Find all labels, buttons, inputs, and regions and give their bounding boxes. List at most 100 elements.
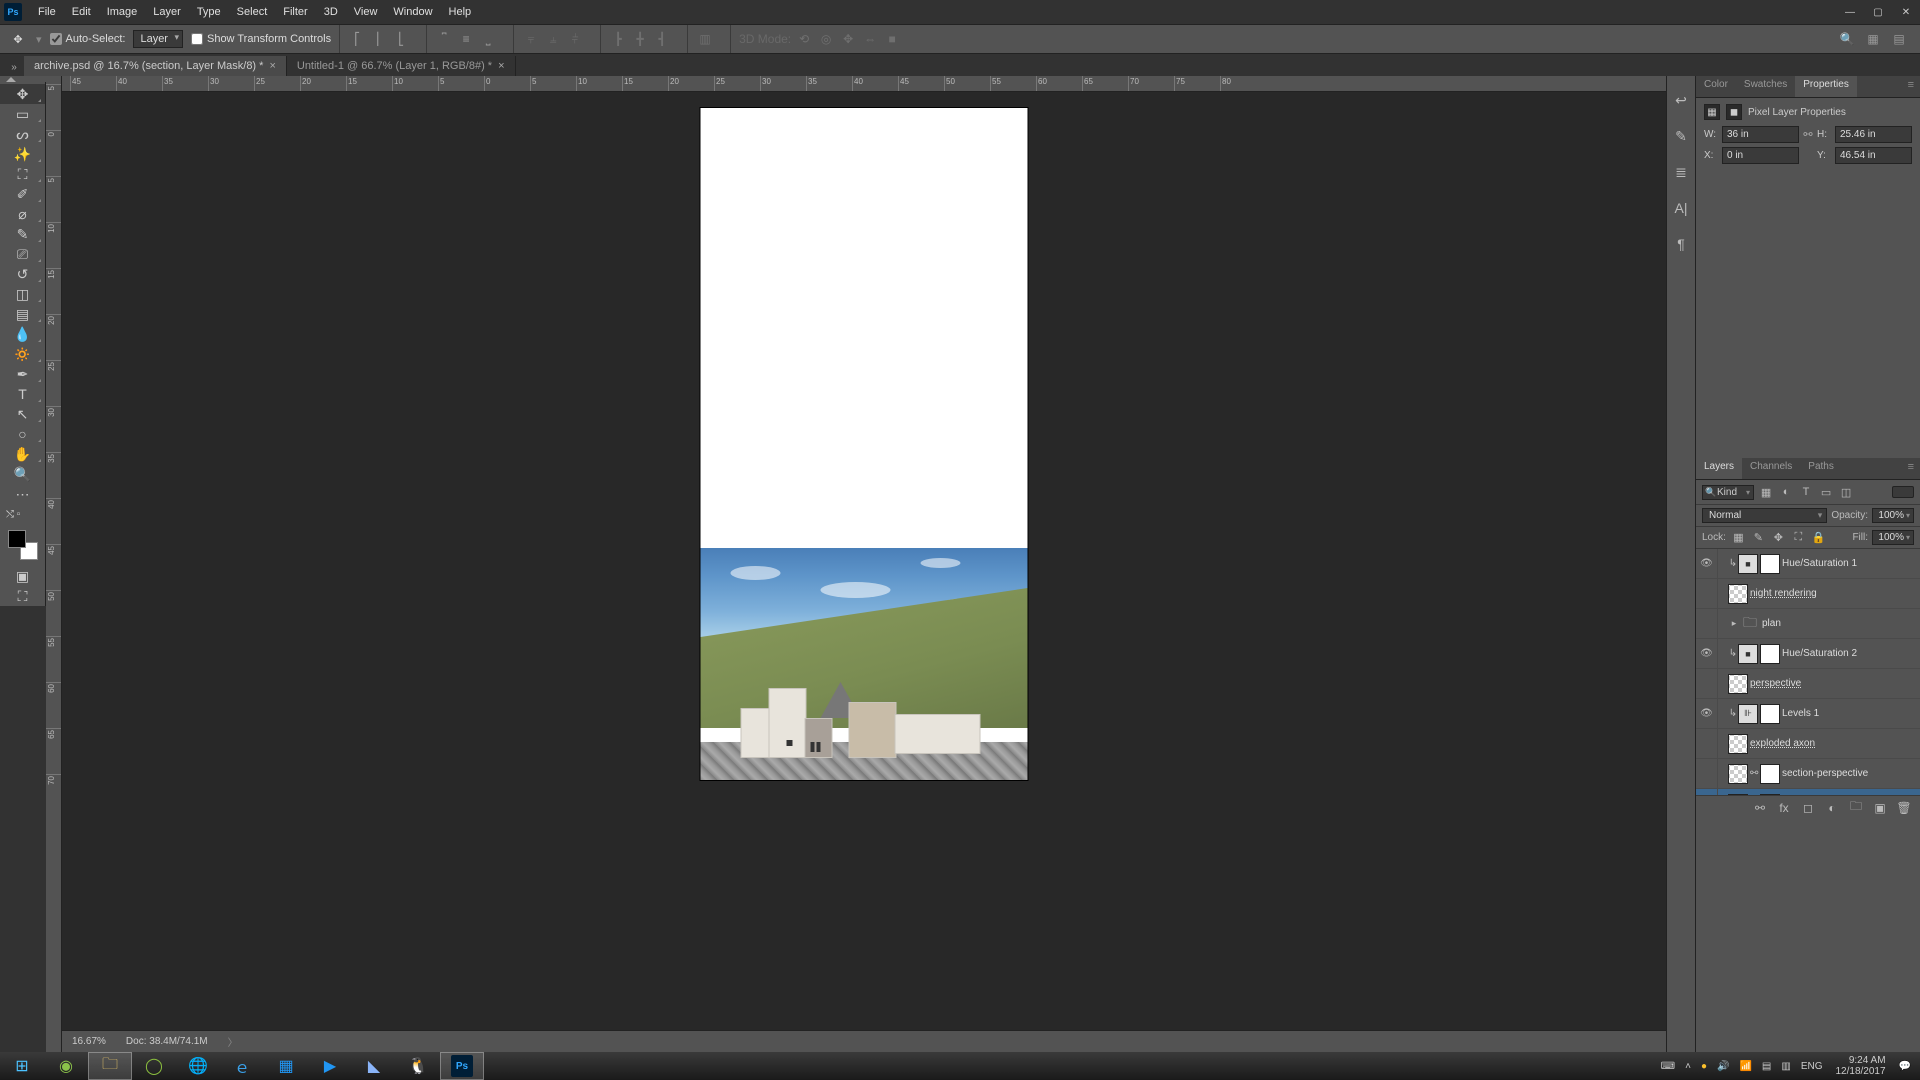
panel-tab-swatches[interactable]: Swatches <box>1736 76 1795 97</box>
visibility-toggle[interactable] <box>1696 669 1718 698</box>
layer-name[interactable]: night rendering <box>1750 588 1916 599</box>
mask-thumbnail[interactable] <box>1760 704 1780 724</box>
tray-app2-icon[interactable]: ▥ <box>1778 1061 1793 1072</box>
filter-kind-select[interactable]: Kind <box>1702 485 1754 500</box>
height-input[interactable] <box>1835 126 1912 143</box>
layer-name[interactable]: section-perspective <box>1782 768 1916 779</box>
taskbar-app-browser1[interactable]: ◯ <box>132 1052 176 1080</box>
eyedropper-tool[interactable]: ✐ <box>0 184 45 204</box>
menu-filter[interactable]: Filter <box>275 2 315 22</box>
maximize-button[interactable]: ▢ <box>1864 2 1892 22</box>
distribute-right-icon[interactable]: ┫ <box>653 30 671 48</box>
swap-colors-icon[interactable]: ⤭ ▫ <box>0 504 45 524</box>
eraser-tool[interactable]: ◫ <box>0 284 45 304</box>
path-selection-tool[interactable]: ↖ <box>0 404 45 424</box>
visibility-toggle[interactable] <box>1696 729 1718 758</box>
marquee-tool[interactable]: ▭ <box>0 104 45 124</box>
filter-pixel-icon[interactable]: ▦ <box>1758 484 1774 500</box>
status-menu-icon[interactable]: 〉 <box>228 1034 238 1049</box>
show-transform-input[interactable] <box>191 33 203 45</box>
zoom-level[interactable]: 16.67% <box>72 1036 106 1047</box>
layer-list[interactable]: 👁↳■Hue/Saturation 1night rendering▸🗀plan… <box>1696 549 1920 795</box>
screen-mode-icon[interactable]: ⛶ <box>0 586 45 606</box>
align-top-edges-icon[interactable]: ⎴ <box>435 30 453 48</box>
zoom-3d-icon[interactable]: ■ <box>883 30 901 48</box>
layer-row[interactable]: 👁↳■Hue/Saturation 1 <box>1696 549 1920 579</box>
ie-button[interactable]: ｅ <box>220 1052 264 1080</box>
file-explorer-button[interactable]: 🗀 <box>88 1052 132 1080</box>
layer-mask-icon[interactable]: ◻ <box>1800 800 1816 816</box>
qq-button[interactable]: 🐧 <box>396 1052 440 1080</box>
dodge-tool[interactable]: 🔅 <box>0 344 45 364</box>
panel-tab-paths[interactable]: Paths <box>1800 458 1842 479</box>
taskbar-tiles-button[interactable]: ▦ <box>264 1052 308 1080</box>
horizontal-ruler[interactable]: 4540353025201510505101520253035404550556… <box>62 76 1666 92</box>
clone-stamp-tool[interactable]: ⎚ <box>0 244 45 264</box>
menu-type[interactable]: Type <box>189 2 229 22</box>
lock-transparency-icon[interactable]: ▦ <box>1731 530 1746 545</box>
layer-row[interactable]: night rendering <box>1696 579 1920 609</box>
move-tool[interactable]: ✥ <box>0 84 45 104</box>
blur-tool[interactable]: 💧 <box>0 324 45 344</box>
layer-thumbnail[interactable] <box>1728 734 1748 754</box>
close-tab-icon[interactable]: × <box>269 60 275 72</box>
network-icon[interactable]: 📶 <box>1736 1061 1754 1072</box>
action-center-icon[interactable]: 💬 <box>1896 1061 1914 1072</box>
minimize-button[interactable]: — <box>1836 2 1864 22</box>
layer-name[interactable]: Hue/Saturation 2 <box>1782 648 1916 659</box>
filter-type-icon[interactable]: T <box>1798 484 1814 500</box>
brush-tool[interactable]: ✎ <box>0 224 45 244</box>
twisty-icon[interactable]: ▸ <box>1728 618 1740 629</box>
distribute-vcenter-icon[interactable]: ⫨ <box>544 30 562 48</box>
history-panel-icon[interactable]: ↩ <box>1671 90 1691 110</box>
healing-brush-tool[interactable]: ⌀ <box>0 204 45 224</box>
menu-file[interactable]: File <box>30 2 64 22</box>
quick-mask-icon[interactable]: ▣ <box>0 566 45 586</box>
roll-3d-icon[interactable]: ◎ <box>817 30 835 48</box>
orbit-3d-icon[interactable]: ⟲ <box>795 30 813 48</box>
document-canvas[interactable] <box>701 108 1028 780</box>
align-right-edges-icon[interactable]: ⎣ <box>392 30 410 48</box>
pen-tool[interactable]: ✒ <box>0 364 45 384</box>
photoshop-taskbar-button[interactable]: Ps <box>440 1052 484 1080</box>
layer-name[interactable]: exploded axon <box>1750 738 1916 749</box>
visibility-toggle[interactable]: 👁 <box>1696 639 1718 668</box>
layer-thumbnail[interactable] <box>1728 764 1748 784</box>
start-button[interactable]: ⊞ <box>0 1052 44 1080</box>
align-horizontal-centers-icon[interactable]: ⎢ <box>370 30 388 48</box>
filter-smart-icon[interactable]: ◫ <box>1838 484 1854 500</box>
width-input[interactable] <box>1722 126 1799 143</box>
magic-wand-tool[interactable]: ✨ <box>0 144 45 164</box>
hand-tool[interactable]: ✋ <box>0 444 45 464</box>
character-panel-icon[interactable]: A| <box>1671 198 1691 218</box>
taskbar-app-4[interactable]: ◣ <box>352 1052 396 1080</box>
layer-name[interactable]: plan <box>1762 618 1916 629</box>
layer-row[interactable]: 👁↳⊪Levels 1 <box>1696 699 1920 729</box>
tray-chevron-icon[interactable]: ˄ <box>1682 1061 1694 1072</box>
lock-artboard-icon[interactable]: ⛶ <box>1791 530 1806 545</box>
paragraph-panel-icon[interactable]: ¶ <box>1671 234 1691 254</box>
close-tab-icon[interactable]: × <box>498 60 504 72</box>
x-input[interactable] <box>1722 147 1799 164</box>
taskbar-media-button[interactable]: ▶ <box>308 1052 352 1080</box>
layer-mask-link-icon[interactable]: ⚯ <box>1750 768 1760 779</box>
visibility-toggle[interactable]: 👁 <box>1696 549 1718 578</box>
delete-layer-icon[interactable]: 🗑 <box>1896 800 1912 816</box>
zoom-tool[interactable]: 🔍 <box>0 464 45 484</box>
doc-tab-expand-icon[interactable]: » <box>4 58 24 76</box>
workspace-switcher-icon[interactable]: ▤ <box>1890 30 1908 48</box>
layer-name[interactable]: Levels 1 <box>1782 708 1916 719</box>
adjustment-layer-icon[interactable]: ◐ <box>1824 800 1840 816</box>
menu-3d[interactable]: 3D <box>316 2 346 22</box>
distribute-top-icon[interactable]: ⫧ <box>522 30 540 48</box>
document-tab-0[interactable]: archive.psd @ 16.7% (section, Layer Mask… <box>24 56 287 76</box>
panel-menu-icon[interactable]: ≡ <box>1902 76 1920 97</box>
lock-position-icon[interactable]: ✥ <box>1771 530 1786 545</box>
blend-mode-select[interactable]: Normal <box>1702 508 1827 523</box>
distribute-hcenter-icon[interactable]: ╋ <box>631 30 649 48</box>
brush-panel-icon[interactable]: ✎ <box>1671 126 1691 146</box>
align-bottom-edges-icon[interactable]: ⎵ <box>479 30 497 48</box>
foreground-color[interactable] <box>8 530 26 548</box>
lock-all-icon[interactable]: 🔒 <box>1811 530 1826 545</box>
mask-thumbnail[interactable] <box>1760 554 1780 574</box>
